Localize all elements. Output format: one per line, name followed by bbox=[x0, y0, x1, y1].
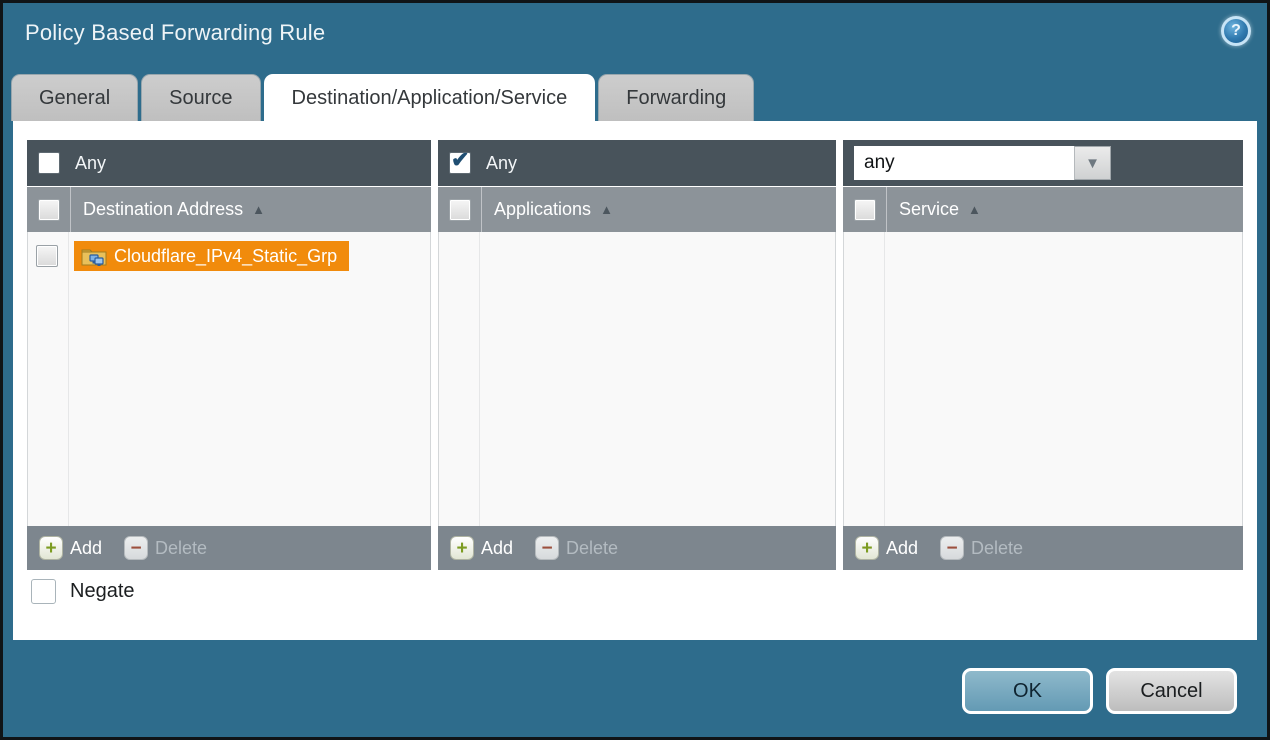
list-divider bbox=[884, 232, 885, 526]
tab-general[interactable]: General bbox=[11, 74, 138, 121]
sort-asc-icon[interactable]: ▲ bbox=[252, 202, 265, 217]
add-button[interactable]: Add bbox=[70, 538, 102, 559]
tab-bar: General Source Destination/Application/S… bbox=[11, 73, 754, 121]
add-button[interactable]: Add bbox=[886, 538, 918, 559]
destination-footer-bar: + Add − Delete bbox=[27, 526, 431, 570]
destination-address-column: Any Destination Address ▲ bbox=[27, 140, 431, 570]
negate-row: Negate bbox=[31, 579, 135, 604]
sort-asc-icon[interactable]: ▲ bbox=[600, 202, 613, 217]
service-footer-bar: + Add − Delete bbox=[843, 526, 1243, 570]
delete-button[interactable]: Delete bbox=[566, 538, 618, 559]
table-row: Cloudflare_IPv4_Static_Grp bbox=[28, 241, 430, 271]
service-dropdown[interactable]: any ▼ bbox=[854, 146, 1111, 180]
columns-wrapper: Any Destination Address ▲ bbox=[27, 140, 1243, 570]
delete-button[interactable]: Delete bbox=[155, 538, 207, 559]
delete-icon[interactable]: − bbox=[124, 536, 148, 560]
applications-any-checkbox[interactable]: ✔ bbox=[449, 152, 471, 174]
destination-address-header-label: Destination Address bbox=[83, 199, 243, 220]
destination-any-label: Any bbox=[75, 153, 106, 174]
applications-any-bar: ✔ Any bbox=[438, 140, 836, 186]
add-icon[interactable]: + bbox=[855, 536, 879, 560]
add-icon[interactable]: + bbox=[450, 536, 474, 560]
checkmark-icon: ✔ bbox=[451, 147, 469, 173]
add-icon[interactable]: + bbox=[39, 536, 63, 560]
service-column: any ▼ Service ▲ + Add − Delete bbox=[843, 140, 1243, 570]
tab-source[interactable]: Source bbox=[141, 74, 260, 121]
header-divider bbox=[886, 187, 887, 232]
destination-any-bar: Any bbox=[27, 140, 431, 186]
list-divider bbox=[479, 232, 480, 526]
pbf-rule-dialog: Policy Based Forwarding Rule ? General S… bbox=[0, 0, 1270, 740]
ok-button[interactable]: OK bbox=[962, 668, 1093, 714]
delete-button[interactable]: Delete bbox=[971, 538, 1023, 559]
add-button[interactable]: Add bbox=[481, 538, 513, 559]
destination-any-checkbox[interactable] bbox=[38, 152, 60, 174]
service-list bbox=[843, 232, 1243, 526]
destination-address-header[interactable]: Destination Address ▲ bbox=[27, 187, 431, 232]
applications-header-label: Applications bbox=[494, 199, 591, 220]
service-select-all-checkbox[interactable] bbox=[854, 199, 876, 221]
tab-content-panel: Any Destination Address ▲ bbox=[13, 121, 1257, 640]
row-checkbox[interactable] bbox=[36, 245, 58, 267]
header-divider bbox=[481, 187, 482, 232]
tab-forwarding[interactable]: Forwarding bbox=[598, 74, 754, 121]
negate-checkbox[interactable] bbox=[31, 579, 56, 604]
help-icon[interactable]: ? bbox=[1221, 16, 1251, 46]
dialog-title: Policy Based Forwarding Rule bbox=[25, 20, 325, 46]
destination-address-item[interactable]: Cloudflare_IPv4_Static_Grp bbox=[74, 241, 349, 271]
cancel-button[interactable]: Cancel bbox=[1106, 668, 1237, 714]
destination-address-list: Cloudflare_IPv4_Static_Grp bbox=[27, 232, 431, 526]
applications-header[interactable]: Applications ▲ bbox=[438, 187, 836, 232]
delete-icon[interactable]: − bbox=[535, 536, 559, 560]
applications-list bbox=[438, 232, 836, 526]
dialog-footer-buttons: OK Cancel bbox=[962, 668, 1237, 714]
tab-destination-application-service[interactable]: Destination/Application/Service bbox=[264, 74, 596, 122]
applications-footer-bar: + Add − Delete bbox=[438, 526, 836, 570]
service-dropdown-bar: any ▼ bbox=[843, 140, 1243, 186]
applications-column: ✔ Any Applications ▲ + Add − Del bbox=[438, 140, 836, 570]
address-group-icon bbox=[81, 246, 107, 267]
applications-select-all-checkbox[interactable] bbox=[449, 199, 471, 221]
chevron-down-icon[interactable]: ▼ bbox=[1074, 146, 1111, 180]
destination-address-item-label: Cloudflare_IPv4_Static_Grp bbox=[114, 246, 337, 267]
service-header[interactable]: Service ▲ bbox=[843, 187, 1243, 232]
sort-asc-icon[interactable]: ▲ bbox=[968, 202, 981, 217]
destination-select-all-checkbox[interactable] bbox=[38, 199, 60, 221]
list-divider bbox=[68, 232, 69, 526]
service-dropdown-value[interactable]: any bbox=[854, 146, 1074, 180]
delete-icon[interactable]: − bbox=[940, 536, 964, 560]
header-divider bbox=[70, 187, 71, 232]
negate-label: Negate bbox=[70, 580, 135, 603]
applications-any-label: Any bbox=[486, 153, 517, 174]
service-header-label: Service bbox=[899, 199, 959, 220]
